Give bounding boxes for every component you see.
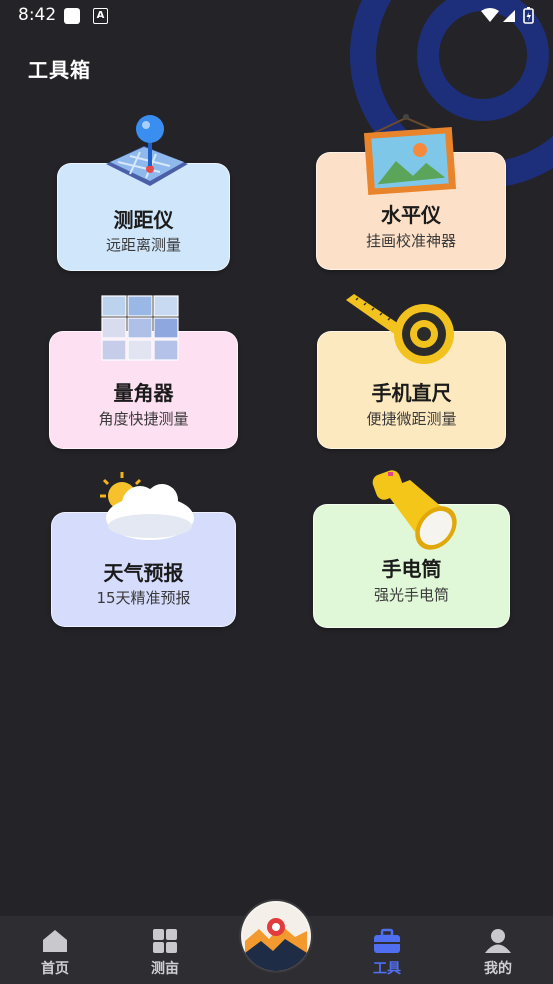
tool-name: 水平仪 (381, 203, 441, 227)
user-icon (485, 929, 511, 953)
tool-name: 手电筒 (381, 557, 442, 581)
page-title: 工具箱 (28, 58, 91, 82)
tool-desc: 挂画校准神器 (365, 232, 456, 250)
tool-name: 天气预报 (103, 561, 184, 585)
status-time: 8:42 (18, 5, 57, 25)
tool-desc: 15天精准预报 (96, 589, 191, 607)
notification-square-icon (64, 8, 80, 24)
tape-measure-icon (346, 294, 454, 364)
map-pin-icon (106, 115, 188, 186)
tab-label: 首页 (41, 961, 69, 977)
tab-tools[interactable]: 工具 (332, 916, 442, 984)
picture-frame-icon (363, 114, 457, 195)
tool-name: 测距仪 (113, 208, 174, 232)
tab-label: 我的 (484, 961, 512, 977)
grid-icon (153, 929, 177, 953)
tool-desc: 角度快捷测量 (98, 410, 189, 428)
center-action-button[interactable] (241, 901, 311, 971)
tab-measure-area[interactable]: 测亩 (110, 916, 220, 984)
tab-label: 测亩 (151, 961, 179, 977)
tab-profile[interactable]: 我的 (443, 916, 553, 984)
tool-name: 量角器 (113, 381, 174, 405)
tab-label: 工具 (373, 961, 401, 977)
wifi-icon (481, 8, 499, 22)
flashlight-icon (372, 470, 457, 550)
tool-desc: 远距离测量 (105, 236, 181, 254)
status-bar: 8:42 A (0, 0, 553, 32)
weather-sun-cloud-icon (100, 472, 194, 540)
tab-home[interactable]: 首页 (0, 916, 110, 984)
status-icons (481, 7, 534, 24)
notification-a-icon: A (93, 8, 108, 24)
tool-desc: 强光手电筒 (373, 586, 449, 604)
toolbox-icon (374, 928, 400, 953)
map-camera-icon (243, 903, 309, 971)
tool-desc: 便捷微距测量 (366, 410, 457, 428)
tool-name: 手机直尺 (371, 381, 452, 405)
signal-icon (503, 10, 515, 22)
cube-icon (101, 295, 179, 361)
home-icon (43, 930, 67, 952)
